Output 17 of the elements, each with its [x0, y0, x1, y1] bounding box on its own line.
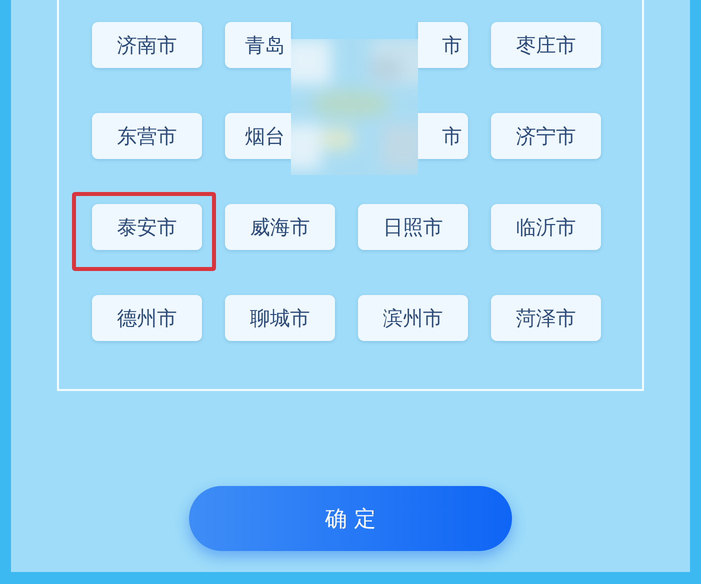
- confirm-button[interactable]: 确 定: [189, 486, 512, 551]
- city-button[interactable]: 威海市: [225, 204, 335, 250]
- city-button[interactable]: 泰安市: [92, 204, 202, 250]
- city-button[interactable]: 市: [418, 113, 468, 159]
- city-button[interactable]: 聊城市: [225, 295, 335, 341]
- city-button[interactable]: 青岛: [225, 22, 291, 68]
- city-button[interactable]: 枣庄市: [491, 22, 601, 68]
- city-button[interactable]: 菏泽市: [491, 295, 601, 341]
- city-button[interactable]: 滨州市: [358, 295, 468, 341]
- city-button[interactable]: 临沂市: [491, 204, 601, 250]
- city-button[interactable]: 烟台: [225, 113, 291, 159]
- city-button[interactable]: 济宁市: [491, 113, 601, 159]
- city-button[interactable]: 市: [418, 22, 468, 68]
- city-button[interactable]: 东营市: [92, 113, 202, 159]
- city-button[interactable]: 济南市: [92, 22, 202, 68]
- city-button[interactable]: 日照市: [358, 204, 468, 250]
- city-button[interactable]: 德州市: [92, 295, 202, 341]
